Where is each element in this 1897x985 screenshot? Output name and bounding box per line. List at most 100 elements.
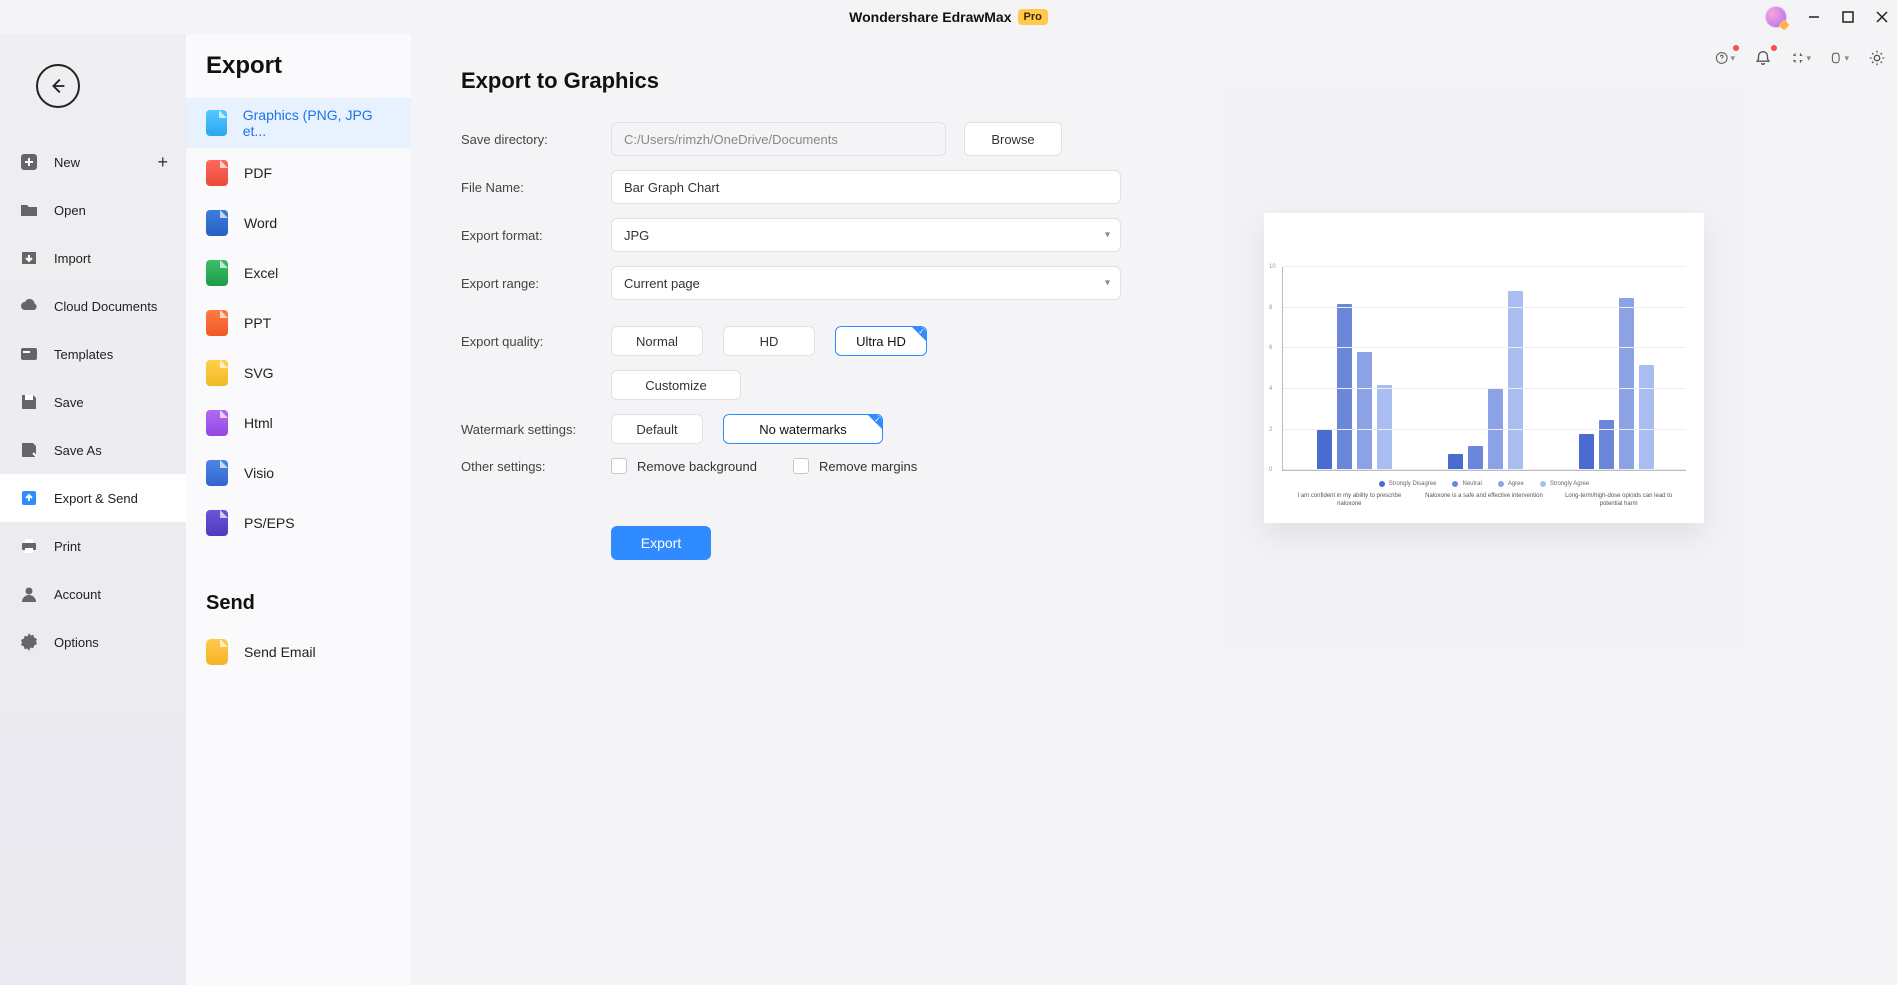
notifications-icon[interactable] [1753,48,1773,68]
export-type-html[interactable]: Html [186,398,411,448]
label-watermark: Watermark settings: [461,422,611,437]
checkbox-icon [611,458,627,474]
export-type-ppt[interactable]: PPT [186,298,411,348]
label-format: Export format: [461,228,611,243]
browse-button[interactable]: Browse [964,122,1062,156]
nav-item-import[interactable]: Import [0,234,186,282]
selected-check-icon [912,327,926,341]
export-type-visio[interactable]: Visio [186,448,411,498]
excel-file-icon [206,260,228,286]
pseps-file-icon [206,510,228,536]
file-name-input[interactable]: Bar Graph Chart [611,170,1121,204]
shortcuts-icon[interactable]: ▾ [1791,48,1811,68]
export-type-pseps[interactable]: PS/EPS [186,498,411,548]
remove-margins-checkbox[interactable]: Remove margins [793,458,917,474]
nav-item-options[interactable]: Options [0,618,186,666]
label-save-dir: Save directory: [461,132,611,147]
export-heading: Export [186,52,411,98]
nav-item-export-send[interactable]: Export & Send [0,474,186,522]
form-title: Export to Graphics [461,68,1121,94]
nav-item-account[interactable]: Account [0,570,186,618]
nav-label: Save As [54,443,102,458]
window-maximize-button[interactable] [1841,10,1855,24]
nav-item-save-as[interactable]: Save As [0,426,186,474]
remove-background-checkbox[interactable]: Remove background [611,458,757,474]
back-button[interactable] [36,64,80,108]
templates-icon [18,343,40,365]
chart-legend: Strongly DisagreeNeutralAgreeStrongly Ag… [1282,481,1686,487]
watermark-default-button[interactable]: Default [611,414,703,444]
html-file-icon [206,410,228,436]
export-type-pdf[interactable]: PDF [186,148,411,198]
window-minimize-button[interactable] [1807,10,1821,24]
preview-document: 0246810 Strongly DisagreeNeutralAgreeStr… [1264,213,1704,523]
nav-item-save[interactable]: Save [0,378,186,426]
export-type-word[interactable]: Word [186,198,411,248]
image-file-icon [206,110,227,136]
nav-label: New [54,155,80,170]
chart-captions: I am confident in my ability to prescrib… [1282,493,1686,509]
nav-item-templates[interactable]: Templates [0,330,186,378]
label-other: Other settings: [461,459,611,474]
send-heading: Send [186,548,411,627]
plus-square-icon [18,151,40,173]
nav-item-cloud-documents[interactable]: Cloud Documents [0,282,186,330]
export-format-select[interactable]: JPG▾ [611,218,1121,252]
export-button[interactable]: Export [611,526,711,560]
preview-panel: 0246810 Strongly DisagreeNeutralAgreeStr… [1121,68,1847,985]
customize-quality-button[interactable]: Customize [611,370,741,400]
pro-badge: Pro [1018,9,1048,25]
print-icon [18,535,40,557]
chevron-down-icon: ▾ [1105,230,1110,241]
export-icon [18,487,40,509]
theme-icon[interactable]: ▾ [1829,48,1849,68]
import-icon [18,247,40,269]
nav-label: Options [54,635,99,650]
app-name: Wondershare EdrawMax [849,9,1011,25]
preview-chart: 0246810 [1282,267,1686,471]
save-icon [18,391,40,413]
label-file-name: File Name: [461,180,611,195]
plus-icon: + [157,152,168,173]
folder-icon [18,199,40,221]
settings-icon[interactable] [1867,48,1887,68]
cloud-icon [18,295,40,317]
title-bar: Wondershare EdrawMax Pro [0,0,1897,34]
watermark-none-button[interactable]: No watermarks [723,414,883,444]
help-icon[interactable]: ▾ [1715,48,1735,68]
nav-label: Import [54,251,91,266]
export-type-svg[interactable]: SVG [186,348,411,398]
pdf-file-icon [206,160,228,186]
visio-file-icon [206,460,228,486]
save-as-icon [18,439,40,461]
export-range-select[interactable]: Current page▾ [611,266,1121,300]
export-type-list: Export Graphics (PNG, JPG et... PDF Word… [186,34,411,985]
quality-hd-button[interactable]: HD [723,326,815,356]
export-type-excel[interactable]: Excel [186,248,411,298]
nav-label: Print [54,539,81,554]
primary-nav: New + Open Import Cloud Documents [0,34,186,985]
label-range: Export range: [461,276,611,291]
export-type-graphics[interactable]: Graphics (PNG, JPG et... [186,98,411,148]
save-directory-input[interactable]: C:/Users/rimzh/OneDrive/Documents [611,122,946,156]
nav-label: Account [54,587,101,602]
word-file-icon [206,210,228,236]
user-avatar-icon[interactable] [1765,6,1787,28]
account-icon [18,583,40,605]
header-toolbar: ▾ ▾ ▾ [1715,48,1887,68]
nav-label: Cloud Documents [54,299,157,314]
label-quality: Export quality: [461,334,611,349]
nav-item-open[interactable]: Open [0,186,186,234]
nav-item-new[interactable]: New + [0,138,186,186]
quality-normal-button[interactable]: Normal [611,326,703,356]
send-email[interactable]: Send Email [186,627,411,677]
selected-check-icon [868,415,882,429]
gear-icon [18,631,40,653]
svg-file-icon [206,360,228,386]
quality-ultrahd-button[interactable]: Ultra HD [835,326,927,356]
chevron-down-icon: ▾ [1105,278,1110,289]
nav-item-print[interactable]: Print [0,522,186,570]
nav-label: Save [54,395,84,410]
export-form: Export to Graphics Save directory: C:/Us… [461,68,1121,985]
window-close-button[interactable] [1875,10,1889,24]
